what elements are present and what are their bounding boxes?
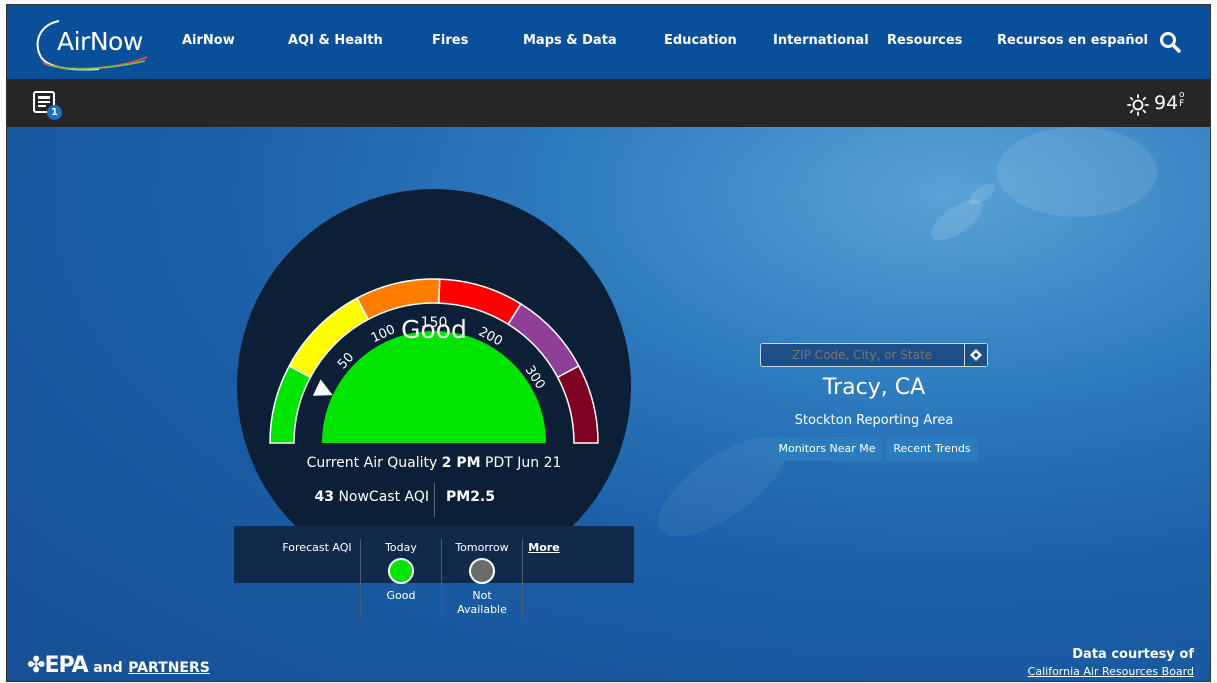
divider bbox=[360, 539, 361, 619]
pollutant-label: PM2.5 bbox=[446, 489, 495, 505]
forecast-tomorrow-value: Not Available bbox=[457, 589, 507, 616]
nav-education[interactable]: Education bbox=[664, 33, 737, 48]
epa-partners-logo[interactable]: ✤EPA and PARTNERS bbox=[27, 653, 210, 678]
sun-icon bbox=[1127, 94, 1149, 116]
top-navigation: AirNow AirNow AQI & Health Fires Maps & … bbox=[7, 5, 1210, 79]
temperature-unit: oF bbox=[1179, 90, 1185, 109]
weather-widget[interactable]: 94 oF bbox=[1127, 91, 1207, 117]
nav-maps-data[interactable]: Maps & Data bbox=[523, 33, 617, 48]
nav-airnow[interactable]: AirNow bbox=[182, 33, 235, 48]
current-air-quality: Current Air Quality 2 PM PDT Jun 21 bbox=[306, 455, 562, 471]
nav-international[interactable]: International bbox=[773, 33, 869, 48]
browser-page: AirNow AirNow AQI & Health Fires Maps & … bbox=[6, 4, 1211, 682]
forecast-panel bbox=[234, 526, 634, 583]
forecast-tomorrow-indicator bbox=[469, 558, 495, 584]
aqi-status-label: Good bbox=[401, 315, 467, 344]
epa-logo: ✤EPA bbox=[27, 653, 89, 678]
lens-flare bbox=[997, 127, 1157, 217]
notification-count-badge: 1 bbox=[47, 105, 62, 120]
temperature-value: 94 bbox=[1154, 92, 1179, 114]
hero-background: 50 100 150 200 300 Good Current Air Quality … bbox=[7, 127, 1210, 681]
forecast-today-indicator bbox=[388, 558, 414, 584]
recent-trends-button[interactable]: Recent Trends bbox=[886, 437, 978, 461]
search-icon[interactable] bbox=[1159, 31, 1181, 53]
location-search bbox=[760, 343, 988, 367]
city-name: Tracy, CA bbox=[822, 375, 926, 400]
location-search-input[interactable] bbox=[761, 344, 963, 366]
divider bbox=[441, 539, 442, 619]
crosshair-icon bbox=[970, 349, 982, 361]
data-source-link[interactable]: California Air Resources Board bbox=[1028, 665, 1194, 678]
toolbar: 1 94 oF bbox=[7, 79, 1210, 127]
partners-link[interactable]: PARTNERS bbox=[128, 660, 210, 676]
nav-fires[interactable]: Fires bbox=[432, 33, 468, 48]
divider bbox=[522, 539, 523, 619]
nowcast-aqi: 43 NowCast AQI bbox=[314, 489, 430, 505]
logo-text: AirNow bbox=[57, 27, 143, 56]
data-courtesy: Data courtesy of California Air Resource… bbox=[1027, 647, 1194, 678]
aqi-gauge: 50 100 150 200 300 Good Current Air Quality … bbox=[234, 189, 634, 619]
locate-me-button[interactable] bbox=[964, 344, 987, 366]
monitors-near-me-button[interactable]: Monitors Near Me bbox=[771, 437, 883, 461]
divider bbox=[434, 483, 435, 517]
reporting-area: Stockton Reporting Area bbox=[794, 413, 954, 428]
airnow-logo[interactable]: AirNow bbox=[29, 13, 149, 73]
forecast-today-value: Good bbox=[386, 589, 416, 602]
forecast-tomorrow-label: Tomorrow bbox=[455, 541, 509, 554]
gauge-dial: 50100 150200300 bbox=[234, 189, 634, 583]
forecast-label: Forecast AQI bbox=[282, 541, 352, 554]
nav-resources[interactable]: Resources bbox=[887, 33, 962, 48]
nav-aqi-health[interactable]: AQI & Health bbox=[288, 33, 383, 48]
forecast-today-label: Today bbox=[385, 541, 417, 554]
nav-recursos-espanol[interactable]: Recursos en español bbox=[997, 33, 1148, 48]
forecast-more-link[interactable]: More bbox=[527, 541, 561, 554]
